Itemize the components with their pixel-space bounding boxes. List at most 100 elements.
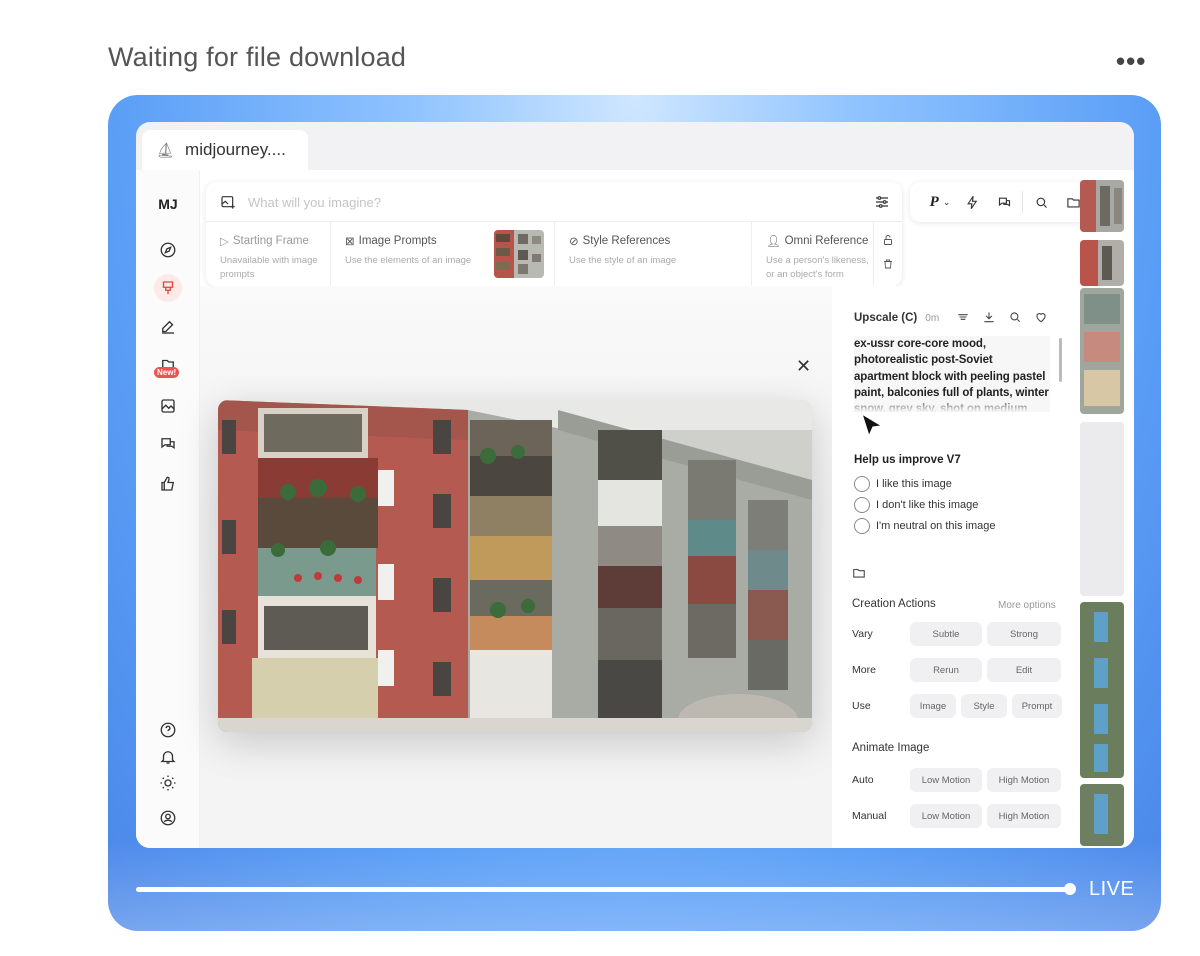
thumbnail[interactable] bbox=[1080, 240, 1124, 286]
vary-label: Vary bbox=[852, 628, 873, 640]
ref-title: Style References bbox=[582, 235, 671, 247]
panel-header: Upscale (C) 0m bbox=[854, 312, 939, 324]
settings-sliders-icon[interactable] bbox=[874, 194, 890, 210]
more-horizontal-icon[interactable]: ••• bbox=[1116, 46, 1146, 77]
radio-circle bbox=[854, 497, 870, 513]
radio-circle bbox=[854, 476, 870, 492]
new-badge: New! bbox=[154, 367, 180, 378]
toolbar-divider bbox=[1022, 191, 1023, 213]
thumbs-up-icon[interactable] bbox=[156, 472, 180, 496]
manual-label: Manual bbox=[852, 810, 887, 822]
prompt-scrollbar[interactable] bbox=[1059, 338, 1062, 382]
image-prompt-thumbnail[interactable] bbox=[494, 230, 544, 278]
folder-icon[interactable] bbox=[852, 566, 866, 580]
auto-label: Auto bbox=[852, 774, 874, 786]
search-icon[interactable] bbox=[1008, 310, 1022, 324]
use-label: Use bbox=[852, 700, 871, 712]
chevron-down-icon: ⌄ bbox=[942, 196, 951, 207]
chat-bubble-icon[interactable] bbox=[988, 189, 1020, 215]
feedback-like-radio[interactable]: I like this image bbox=[854, 476, 952, 492]
ref-actions bbox=[874, 222, 902, 286]
mj-logo[interactable]: MJ bbox=[136, 196, 200, 212]
panel-actions bbox=[956, 310, 1048, 324]
radio-label: I'm neutral on this image bbox=[876, 520, 996, 532]
midjourney-sail-icon: ⛵︎ bbox=[156, 142, 176, 159]
vary-strong-button[interactable]: Strong bbox=[987, 622, 1061, 646]
edit-icon[interactable] bbox=[156, 315, 180, 339]
live-indicator: LIVE bbox=[1089, 878, 1135, 900]
browser-tab[interactable]: ⛵︎ midjourney.... bbox=[142, 130, 308, 170]
starting-frame-ref[interactable]: ▷ Starting Frame Unavailable with image p… bbox=[206, 222, 331, 286]
auto-high-motion-button[interactable]: High Motion bbox=[987, 768, 1061, 792]
ref-subtitle: Use a person's likeness, or an object's … bbox=[766, 255, 869, 280]
search-icon[interactable] bbox=[1025, 189, 1057, 215]
generated-image[interactable] bbox=[218, 400, 812, 732]
help-icon[interactable] bbox=[156, 718, 180, 742]
explore-icon[interactable] bbox=[156, 238, 180, 262]
midjourney-app: MJ New! ▷Starting Frame bbox=[136, 170, 1134, 848]
upscale-title: Upscale (C) bbox=[854, 312, 918, 324]
tab-title: midjourney.... bbox=[185, 140, 286, 159]
close-icon[interactable]: ✕ bbox=[796, 356, 811, 377]
download-icon[interactable] bbox=[982, 310, 996, 324]
menu-lines-icon[interactable] bbox=[956, 310, 970, 324]
thumbnail-placeholder[interactable] bbox=[1080, 422, 1124, 596]
thumbnail[interactable] bbox=[1080, 288, 1124, 414]
ref-title: Image Prompts bbox=[358, 235, 437, 247]
prompt-text[interactable]: ex-ussr core-core mood, photorealistic p… bbox=[854, 336, 1050, 412]
style-references-ref[interactable]: ⊘ Style References Use the style of an im… bbox=[555, 222, 752, 286]
lightning-icon[interactable] bbox=[956, 189, 988, 215]
thumbnail[interactable] bbox=[1080, 784, 1124, 846]
thumbnail[interactable] bbox=[1080, 180, 1124, 232]
use-prompt-button[interactable]: Prompt bbox=[1012, 694, 1062, 718]
progress-knob[interactable] bbox=[1064, 883, 1076, 895]
auto-low-motion-button[interactable]: Low Motion bbox=[910, 768, 982, 792]
heart-icon[interactable] bbox=[1034, 310, 1048, 324]
creation-actions-title: Creation Actions bbox=[852, 598, 936, 610]
theme-sun-icon[interactable] bbox=[156, 771, 180, 795]
prompt-bar: ▷Starting Frame Unavailable with image p… bbox=[206, 182, 902, 286]
manual-low-motion-button[interactable]: Low Motion bbox=[910, 804, 982, 828]
playback-progress-bar[interactable] bbox=[136, 887, 1070, 892]
more-options-link[interactable]: More options bbox=[998, 600, 1056, 611]
trash-icon[interactable] bbox=[882, 258, 894, 270]
notifications-bell-icon[interactable] bbox=[156, 745, 180, 769]
top-toolbar: P ⌄ bbox=[910, 182, 1096, 222]
unlock-icon[interactable] bbox=[882, 234, 894, 246]
person-icon: 👤︎ bbox=[766, 236, 781, 248]
starting-frame-icon: ▷ bbox=[220, 236, 229, 248]
create-brush-icon[interactable] bbox=[154, 274, 182, 302]
page-title: Waiting for file download bbox=[108, 42, 407, 72]
thumbnail-strip bbox=[1078, 180, 1126, 848]
animate-image-title: Animate Image bbox=[852, 742, 930, 754]
ref-subtitle: Use the style of an image bbox=[569, 255, 677, 266]
radio-circle bbox=[854, 518, 870, 534]
image-details-panel: Upscale (C) 0m ex-ussr core-core mood, ph… bbox=[832, 286, 1078, 848]
chat-icon[interactable] bbox=[156, 432, 180, 456]
image-prompts-icon: ⊠ bbox=[345, 236, 355, 248]
vary-subtle-button[interactable]: Subtle bbox=[910, 622, 982, 646]
manual-high-motion-button[interactable]: High Motion bbox=[987, 804, 1061, 828]
feedback-dislike-radio[interactable]: I don't like this image bbox=[854, 497, 978, 513]
personalize-label: P bbox=[929, 193, 939, 210]
use-style-button[interactable]: Style bbox=[961, 694, 1007, 718]
feedback-title: Help us improve V7 bbox=[854, 454, 961, 466]
feedback-neutral-radio[interactable]: I'm neutral on this image bbox=[854, 518, 996, 534]
ref-subtitle: Unavailable with image prompts bbox=[220, 255, 318, 280]
personalize-button[interactable]: P ⌄ bbox=[924, 189, 956, 215]
left-rail: MJ New! bbox=[136, 170, 200, 848]
radio-label: I like this image bbox=[876, 478, 952, 490]
edit-button[interactable]: Edit bbox=[987, 658, 1061, 682]
account-avatar-icon[interactable] bbox=[156, 806, 180, 830]
organize-images-icon[interactable] bbox=[156, 394, 180, 418]
elapsed-time: 0m bbox=[925, 312, 940, 324]
use-image-button[interactable]: Image bbox=[910, 694, 956, 718]
rerun-button[interactable]: Rerun bbox=[910, 658, 982, 682]
ref-title: Omni Reference bbox=[784, 235, 869, 247]
thumbnail[interactable] bbox=[1080, 602, 1124, 778]
more-label: More bbox=[852, 664, 876, 676]
add-image-icon[interactable] bbox=[220, 194, 236, 210]
prompt-input[interactable] bbox=[248, 192, 808, 212]
image-prompts-ref[interactable]: ⊠ Image Prompts Use the elements of an im… bbox=[331, 222, 555, 286]
omni-reference-ref[interactable]: 👤︎ Omni Reference Use a person's likeness… bbox=[752, 222, 874, 286]
